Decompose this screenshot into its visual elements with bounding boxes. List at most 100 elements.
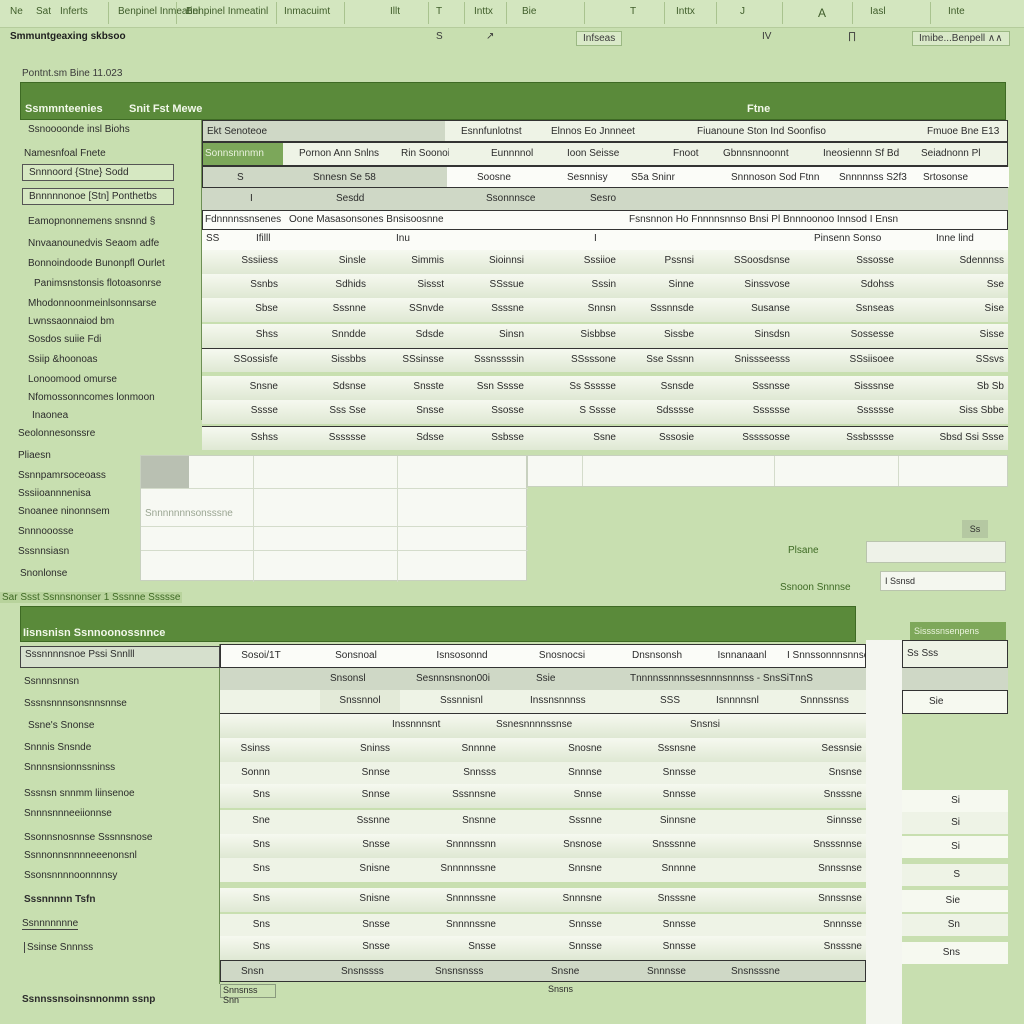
toolbar-item[interactable]: T xyxy=(436,6,442,17)
table-cell[interactable]: Snnnne xyxy=(616,858,700,882)
table-cell[interactable]: Sssnne xyxy=(516,810,606,834)
nav-item[interactable]: Namesnfoal Fnete xyxy=(24,148,106,159)
toolbar-item[interactable]: Inmacuimt xyxy=(284,6,330,17)
table-cell[interactable]: Ssn Sssse xyxy=(448,376,528,400)
table-cell[interactable]: Sns xyxy=(220,936,274,960)
nav-item[interactable]: Snnnis Snsnde xyxy=(24,742,91,753)
right-cell[interactable]: S xyxy=(902,864,1008,886)
total-cell[interactable]: Snsne xyxy=(551,961,591,981)
table-cell[interactable]: Ssnbs xyxy=(202,274,282,298)
tab-side[interactable]: Sissssnsenpens xyxy=(910,622,1006,640)
table-cell[interactable]: Sdhids xyxy=(282,274,370,298)
table-cell[interactable]: Sdsnse xyxy=(282,376,370,400)
nav-item[interactable]: Sosdos suiie Fdi xyxy=(28,334,101,345)
header-cell[interactable]: Sesdd xyxy=(336,188,386,210)
nav-item[interactable]: Inaonea xyxy=(32,410,68,421)
table-cell[interactable]: Ssbsse xyxy=(448,427,528,450)
table-cell[interactable]: Sssbsssse xyxy=(794,427,898,450)
table-cell[interactable]: Snsssnnse xyxy=(696,834,866,858)
table-cell[interactable]: Snissseesss xyxy=(698,349,794,372)
table-cell[interactable]: Snsse xyxy=(310,834,394,858)
header-cell[interactable]: Ineosiennn Sf Bd xyxy=(823,143,903,165)
table-cell[interactable]: Sbsd Ssi Ssse xyxy=(898,427,1008,450)
table-cell[interactable]: Snnnnnssne xyxy=(416,858,500,882)
table-cell[interactable]: SSoosdsnse xyxy=(698,250,794,274)
badge[interactable]: Ss xyxy=(962,520,988,538)
table-cell[interactable]: Sonnn xyxy=(220,762,274,786)
header-cell[interactable]: I xyxy=(250,188,270,210)
table-cell[interactable]: Sssiiess xyxy=(202,250,282,274)
header-cell[interactable]: Pornon Ann Snlns xyxy=(299,143,383,165)
header-cell[interactable]: Sesro xyxy=(590,188,630,210)
nav-item[interactable]: Snnnsnnneeiionnse xyxy=(24,808,112,819)
table-cell[interactable]: Sinnsse xyxy=(696,810,866,834)
table-cell[interactable]: Sinsn xyxy=(448,324,528,348)
table-cell[interactable]: Snsssnne xyxy=(616,834,700,858)
table-cell[interactable]: Snnsse xyxy=(516,936,606,960)
table-cell[interactable]: Sinsdsn xyxy=(698,324,794,348)
font-color-icon[interactable]: A xyxy=(818,6,826,20)
table-cell[interactable]: Sdohss xyxy=(794,274,898,298)
nav-item[interactable]: Sssnnnnn Tsfn xyxy=(24,894,95,905)
sheet-strip[interactable] xyxy=(527,455,1008,487)
table-cell[interactable]: Snnnsse xyxy=(696,914,866,938)
table-cell[interactable]: SSossisfe xyxy=(202,349,282,372)
nav-item[interactable]: Bnnnnnonoe [Stn] Ponthetbs xyxy=(22,188,174,205)
table-cell[interactable]: Sns xyxy=(220,834,274,858)
nav-item[interactable]: Sssnsnnnsonsnnsnnse xyxy=(24,698,127,709)
table-cell[interactable]: Snsnose xyxy=(516,834,606,858)
right-cell[interactable]: Si xyxy=(902,812,1008,834)
table-cell[interactable]: SSsssone xyxy=(528,349,620,372)
nav-item[interactable]: Ssnoooonde insl Biohs xyxy=(28,124,130,135)
header-cell[interactable]: Dnsnsonsh xyxy=(617,645,697,667)
table-cell[interactable]: Snnsss xyxy=(416,762,500,786)
header-cell[interactable]: Snosnocsi xyxy=(517,645,607,667)
subbar-button[interactable]: Imibe...Benpell ∧∧ xyxy=(912,31,1010,46)
nav-item[interactable]: Nnvaanounedvis Seaom adfe xyxy=(28,238,159,249)
table-cell[interactable]: Sse Sssnn xyxy=(620,349,698,372)
table-cell[interactable]: Sisse xyxy=(898,324,1008,348)
table-cell[interactable]: Snsnne xyxy=(416,810,500,834)
header-cell[interactable]: Esnnfunlotnst xyxy=(461,121,551,141)
right-cell[interactable]: Si xyxy=(902,836,1008,858)
table-cell[interactable]: Snnsse xyxy=(616,762,700,786)
header-cell[interactable]: Srtosonse xyxy=(919,167,1009,187)
toolbar-item[interactable]: Bie xyxy=(522,6,536,17)
table-cell[interactable]: Snsse xyxy=(310,914,394,938)
table-cell[interactable]: Sdsse xyxy=(370,427,448,450)
table-cell[interactable]: Snnssnse xyxy=(696,858,866,882)
header-cell[interactable]: Ssie xyxy=(536,668,576,690)
total-cell[interactable]: Snsnssss xyxy=(341,961,401,981)
header-cell[interactable]: Fmuoe Bne E13 xyxy=(927,121,1007,141)
table-cell[interactable]: Ssssne xyxy=(448,298,528,322)
table-cell[interactable]: Pssnsi xyxy=(620,250,698,274)
toolbar-item[interactable]: Illt xyxy=(390,6,400,17)
table-cell[interactable]: Sssnne xyxy=(282,298,370,322)
table-cell[interactable]: Sssnsse xyxy=(698,376,794,400)
nav-item[interactable]: Panimsnstonsis flotoasonrse xyxy=(34,278,161,289)
nav-item[interactable]: Bonnoindoode Bunonpfl Ourlet xyxy=(28,258,165,269)
header-cell[interactable]: I Snnssonnnsnnse xyxy=(787,645,867,667)
table-cell[interactable]: Sssse xyxy=(202,400,282,424)
section-cell[interactable]: I xyxy=(594,230,614,250)
header-cell[interactable]: Rin Soonoi xyxy=(401,143,449,165)
table-cell[interactable]: Sise xyxy=(898,298,1008,322)
header-cell[interactable]: Ssonnnsce xyxy=(486,188,536,210)
subbar-button[interactable]: Infseas xyxy=(576,31,623,46)
table-cell[interactable]: Ss Ssssse xyxy=(528,376,620,400)
table-cell[interactable]: Sns xyxy=(220,784,274,808)
nav-item[interactable]: Ssiip &hoonoas xyxy=(28,354,98,365)
nav-item[interactable]: Ssnnpamrsoceoass xyxy=(18,470,106,481)
table-cell[interactable]: Sissbe xyxy=(620,324,698,348)
header-cell[interactable]: Snsnsi xyxy=(690,714,740,738)
toolbar-item[interactable]: Benpinel Inmeatinl xyxy=(186,6,268,17)
nav-item-selected[interactable]: Snnnoord {Stne} Sodd xyxy=(22,164,174,181)
header-cell[interactable]: S5a Sninr xyxy=(617,167,727,187)
header-cell[interactable]: Sesnnisy xyxy=(527,167,617,187)
toolbar-item[interactable]: Inte xyxy=(948,6,965,17)
nav-item[interactable]: Sssnsn snnmm liinsenoe xyxy=(24,788,135,799)
nav-item[interactable]: Ssnnnnnnne xyxy=(22,918,79,930)
table-cell[interactable]: Sssnsne xyxy=(616,738,700,762)
table-cell[interactable]: Snsste xyxy=(370,376,448,400)
total-cell[interactable]: Snnnsse xyxy=(647,961,687,981)
